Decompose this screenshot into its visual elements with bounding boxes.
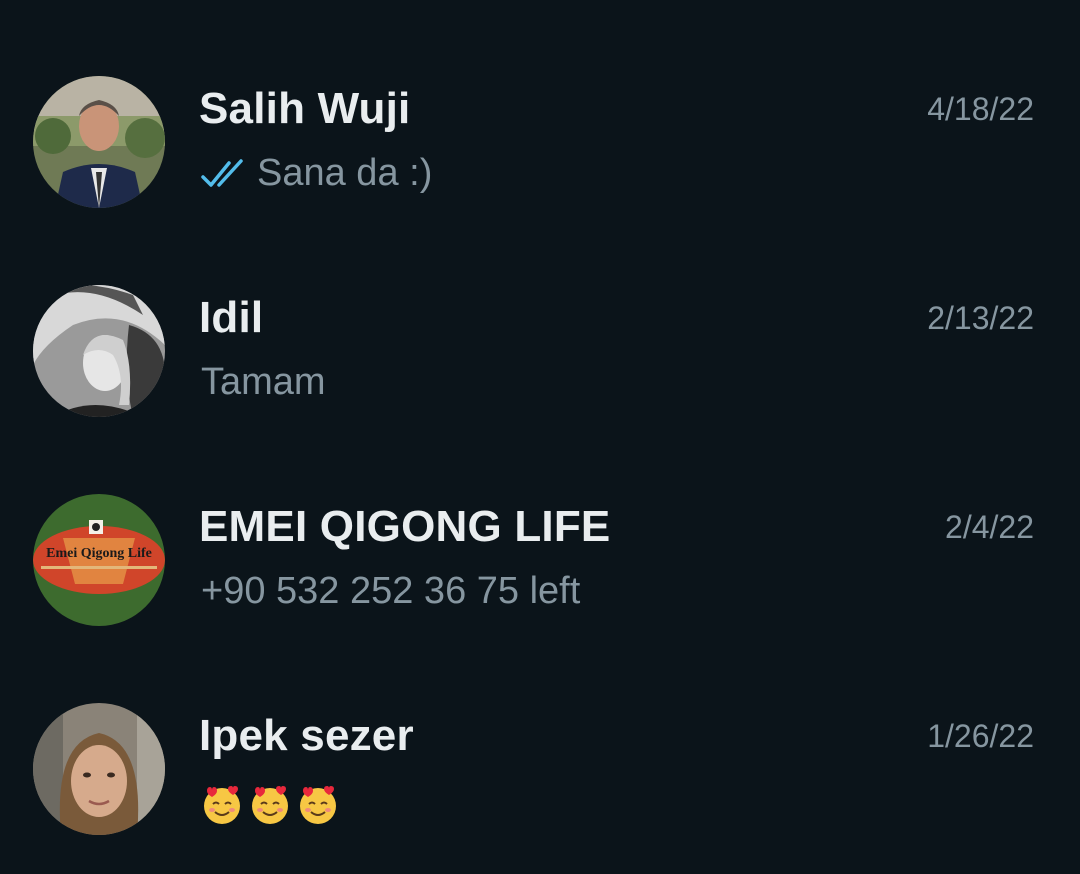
avatar[interactable] [33,76,165,208]
contact-photo-icon [33,703,165,835]
smiling-face-with-hearts-icon [249,783,291,825]
chat-date: 4/18/22 [927,91,1034,127]
chat-row-ipek-sezer[interactable]: Ipek sezer 1/26/22 [0,665,1080,874]
double-check-read-icon [201,158,249,189]
group-logo-icon: Emei Qigong Life [33,494,165,626]
avatar[interactable] [33,285,165,417]
chat-name: EMEI QIGONG LIFE [199,502,611,551]
smiling-face-with-hearts-icon [297,783,339,825]
avatar[interactable] [33,703,165,835]
chat-date: 2/4/22 [945,509,1034,545]
chat-preview-text: Sana da :) [257,152,433,194]
chat-row-emei-qigong-life[interactable]: Emei Qigong Life EMEI QIGONG LIFE 2/4/22… [0,456,1080,665]
chat-preview [201,779,339,825]
chat-name: Ipek sezer [199,711,414,760]
chat-list: Salih Wuji 4/18/22 Sana da :) Idil 2/13/… [0,0,1080,835]
chat-name: Salih Wuji [199,84,411,133]
smiling-face-with-hearts-icon [201,783,243,825]
contact-photo-icon [33,285,165,417]
chat-preview-text: +90 532 252 36 75 left [201,570,581,612]
contact-photo-icon [33,76,165,208]
chat-preview: Sana da :) [201,152,432,195]
chat-row-idil[interactable]: Idil 2/13/22 Tamam [0,247,1080,456]
emoji-row [201,783,339,825]
avatar[interactable]: Emei Qigong Life [33,494,165,626]
chat-preview: Tamam [201,361,326,404]
chat-preview-text: Tamam [201,361,326,403]
chat-date: 1/26/22 [927,718,1034,754]
chat-name: Idil [199,293,264,342]
chat-preview: +90 532 252 36 75 left [201,570,580,613]
chat-row-salih-wuji[interactable]: Salih Wuji 4/18/22 Sana da :) [0,38,1080,247]
chat-date: 2/13/22 [927,300,1034,336]
svg-text:Emei Qigong Life: Emei Qigong Life [46,546,152,561]
